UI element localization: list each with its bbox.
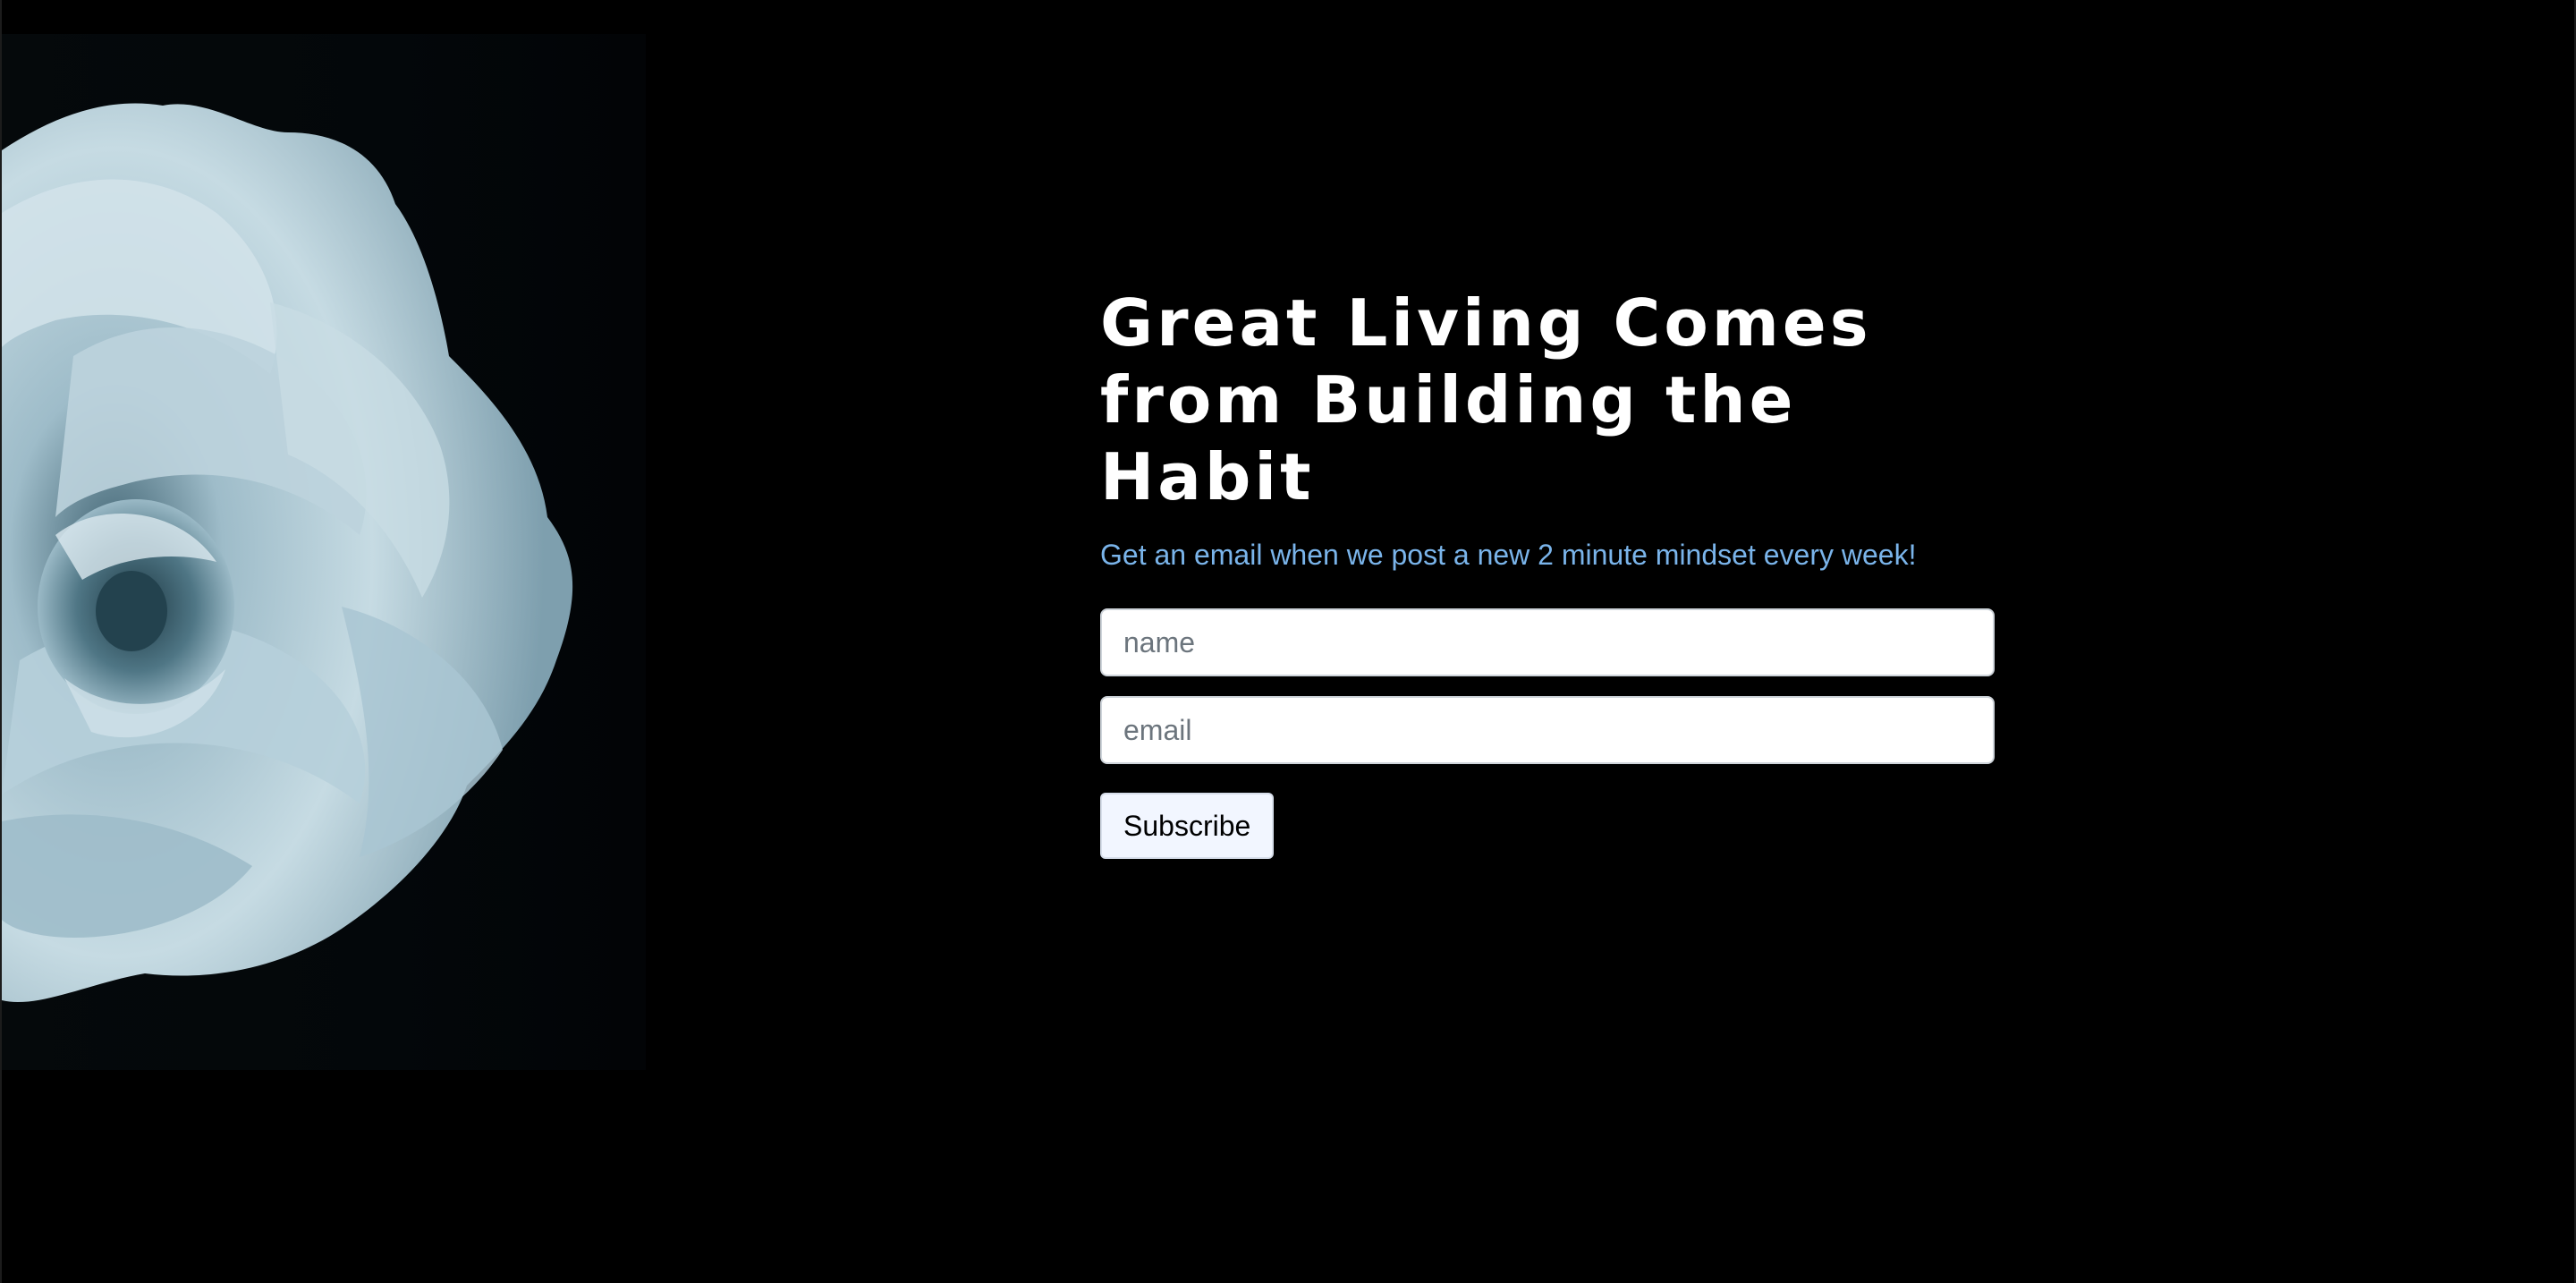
headline: Great Living Comes from Building the Hab…	[1100, 285, 1872, 514]
subscribe-button[interactable]: Subscribe	[1100, 793, 1275, 859]
email-input[interactable]	[1100, 696, 1995, 764]
name-input[interactable]	[1100, 608, 1995, 676]
rose-illustration	[2, 103, 573, 1003]
signup-page: Great Living Comes from Building the Hab…	[0, 0, 2576, 1283]
rose-image	[2, 34, 646, 1070]
signup-form: Great Living Comes from Building the Hab…	[1100, 285, 1995, 859]
subtitle: Get an email when we post a new 2 minute…	[1100, 539, 1917, 571]
